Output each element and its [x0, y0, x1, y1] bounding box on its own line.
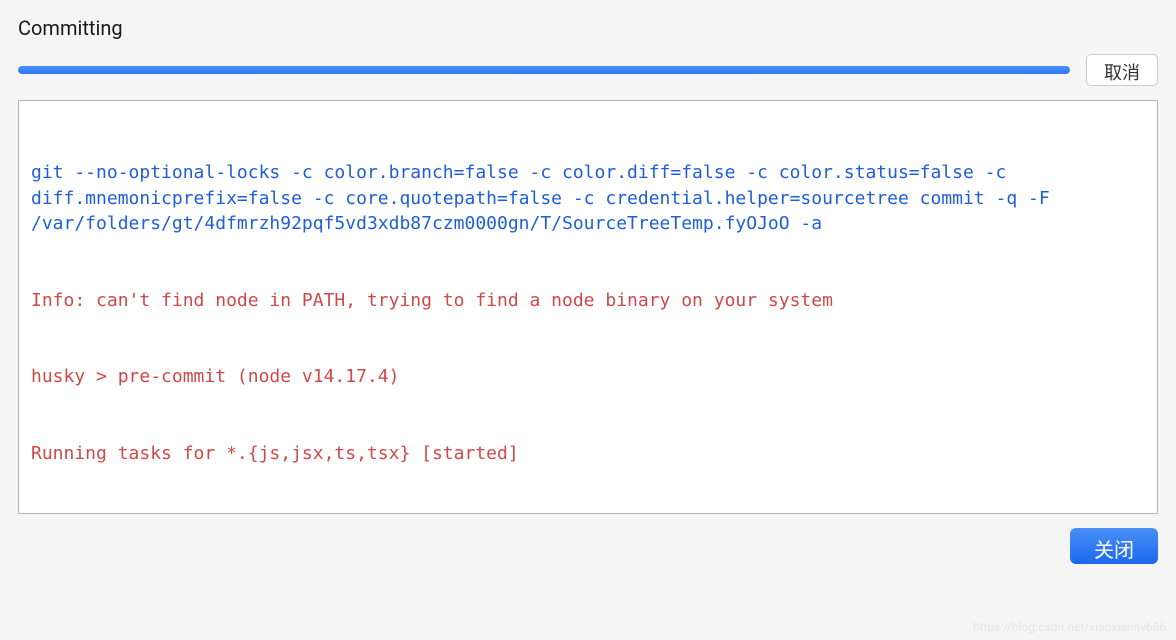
- close-button[interactable]: 关闭: [1070, 528, 1158, 564]
- console-output-line: Running tasks for *.{js,jsx,ts,tsx} [sta…: [31, 441, 1145, 467]
- console-output[interactable]: git --no-optional-locks -c color.branch=…: [18, 100, 1158, 514]
- console-command: git --no-optional-locks -c color.branch=…: [31, 160, 1145, 237]
- progress-bar: [18, 66, 1070, 74]
- progress-row: 取消: [18, 54, 1158, 86]
- dialog-title: Committing: [18, 16, 123, 40]
- cancel-button[interactable]: 取消: [1086, 54, 1158, 86]
- progress-bar-fill: [18, 66, 1070, 74]
- console-output-line: Info: can't find node in PATH, trying to…: [31, 288, 1145, 314]
- watermark: https://blog.csdn.net/xiaoxiannv666: [973, 620, 1166, 634]
- dialog-footer: 关闭: [18, 528, 1158, 564]
- console-output-line: husky > pre-commit (node v14.17.4): [31, 364, 1145, 390]
- dialog-header: Committing: [18, 16, 1158, 40]
